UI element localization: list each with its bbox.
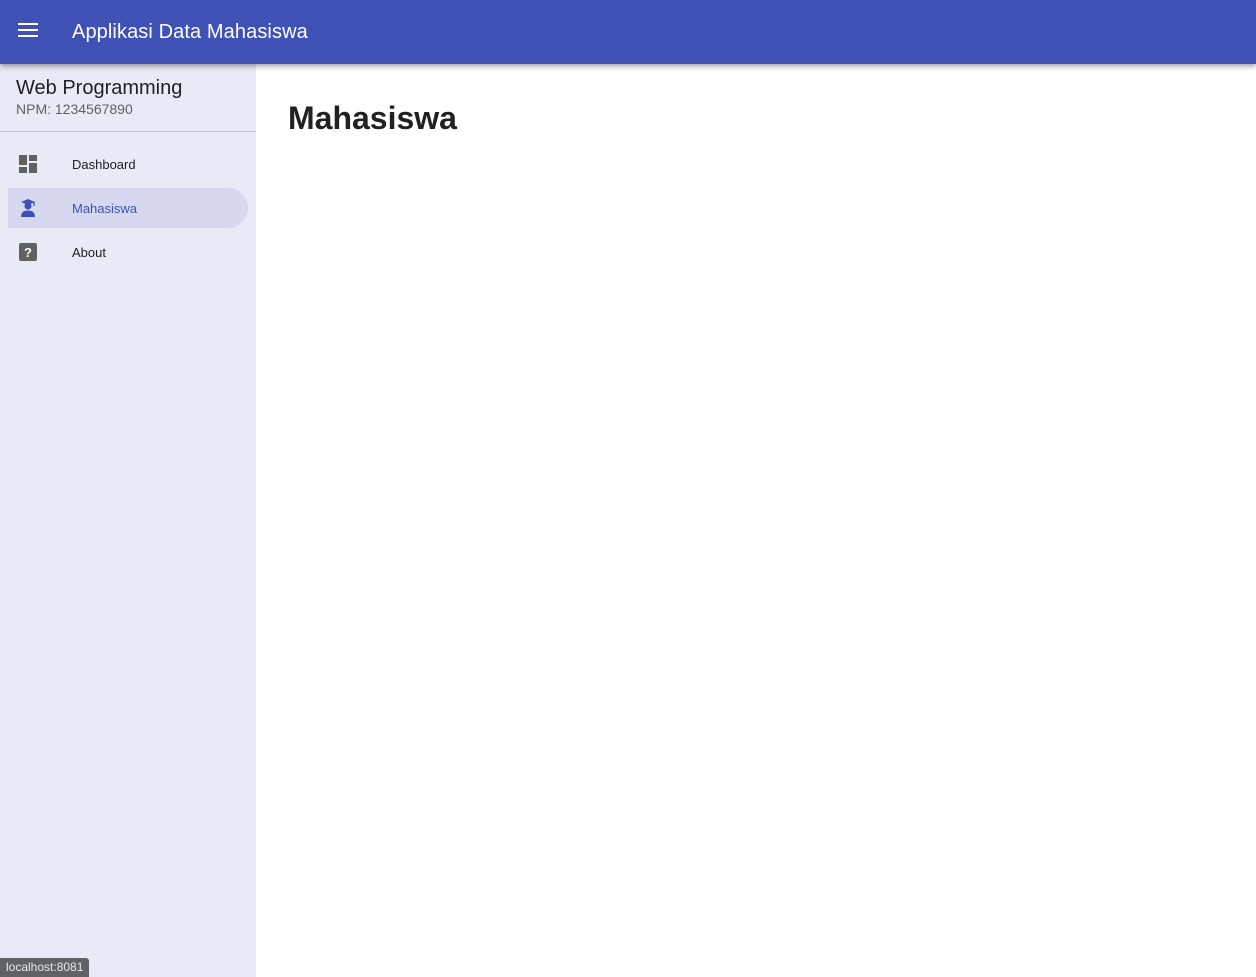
status-bar-url: localhost:8081 [0, 958, 90, 977]
main-content: Mahasiswa [256, 64, 1256, 977]
nav-label-mahasiswa: Mahasiswa [72, 200, 138, 216]
help-icon: ? [8, 232, 48, 272]
app-title: Applikasi Data Mahasiswa [72, 20, 308, 43]
dashboard-icon [8, 144, 48, 184]
nav-list: Dashboard Mahasiswa ? About [0, 132, 256, 272]
menu-button[interactable] [0, 0, 56, 64]
svg-text:?: ? [24, 245, 32, 260]
nav-label-about: About [72, 244, 106, 260]
student-icon [8, 188, 48, 228]
page-title: Mahasiswa [288, 100, 457, 136]
nav-item-about[interactable]: ? About [8, 232, 248, 272]
hamburger-menu-icon [17, 22, 39, 43]
nav-item-mahasiswa[interactable]: Mahasiswa [8, 188, 248, 228]
nav-item-dashboard[interactable]: Dashboard [8, 144, 248, 184]
drawer-subtitle: NPM: 1234567890 [16, 101, 133, 117]
nav-label-dashboard: Dashboard [72, 156, 136, 172]
drawer-header: Web Programming NPM: 1234567890 [0, 64, 256, 132]
drawer-title: Web Programming [16, 77, 183, 99]
app-bar: Applikasi Data Mahasiswa [0, 0, 1256, 64]
navigation-drawer: Web Programming NPM: 1234567890 Dashboar… [0, 64, 256, 977]
